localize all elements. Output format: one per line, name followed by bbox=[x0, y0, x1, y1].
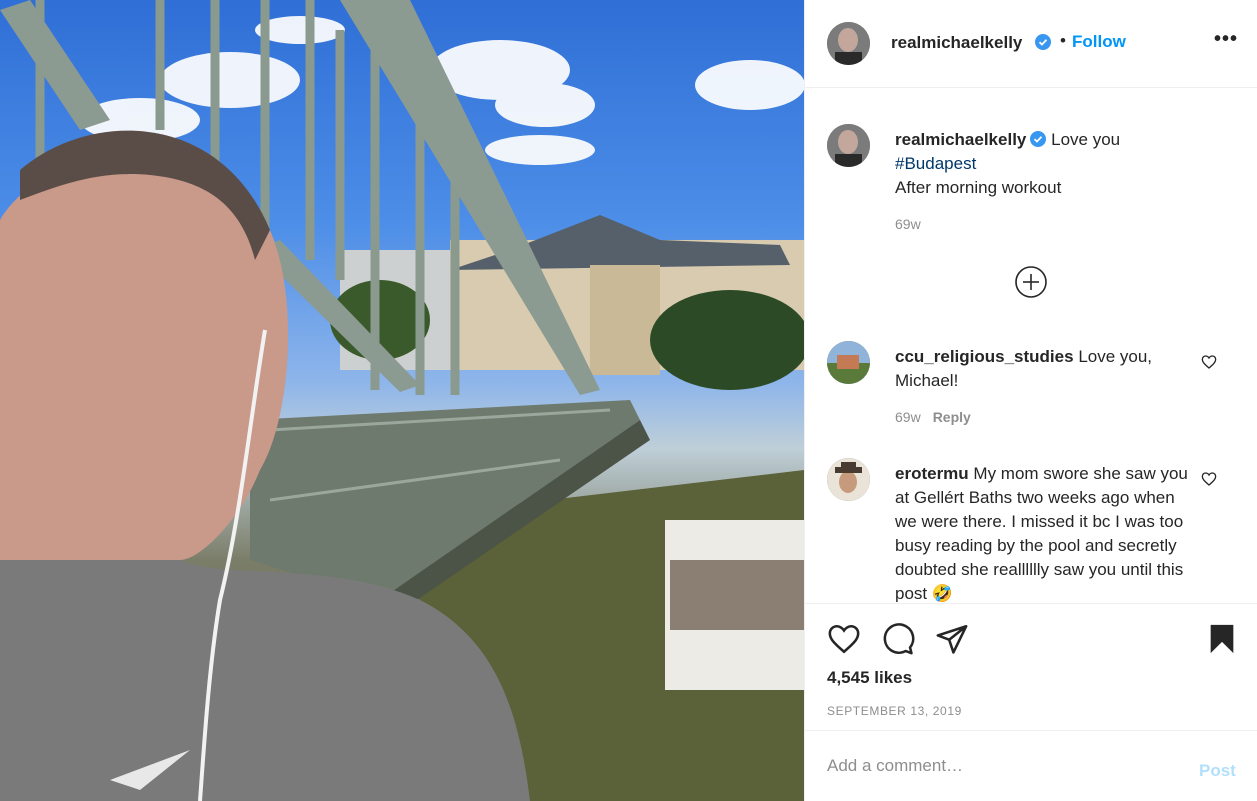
caption-hashtag[interactable]: #Budapest bbox=[895, 154, 976, 173]
caption-body: realmichaelkelly Love you #Budapest Afte… bbox=[895, 128, 1195, 200]
plus-circle-icon[interactable] bbox=[1014, 265, 1048, 299]
comment-like-heart-icon[interactable] bbox=[1201, 354, 1217, 370]
caption-avatar[interactable] bbox=[827, 124, 870, 167]
post-header: realmichaelkelly • Follow ••• bbox=[805, 0, 1257, 88]
like-heart-icon[interactable] bbox=[827, 622, 861, 656]
caption-text: Love you bbox=[1051, 130, 1121, 149]
comment-bubble-icon[interactable] bbox=[881, 622, 915, 656]
caption-age[interactable]: 69w bbox=[895, 216, 921, 232]
photo-illustration bbox=[0, 0, 804, 801]
more-options-button[interactable]: ••• bbox=[1214, 28, 1238, 51]
follow-button[interactable]: Follow bbox=[1072, 32, 1126, 52]
comments-section[interactable]: realmichaelkelly Love you #Budapest Afte… bbox=[805, 89, 1257, 602]
caption-line3: After morning workout bbox=[895, 178, 1062, 197]
save-bookmark-icon[interactable] bbox=[1205, 622, 1239, 656]
comment-reply-button[interactable]: Reply bbox=[933, 409, 971, 425]
author-avatar[interactable] bbox=[827, 22, 870, 65]
commenter-avatar[interactable] bbox=[827, 458, 870, 501]
post-actions: 4,545 likes SEPTEMBER 13, 2019 bbox=[805, 603, 1257, 729]
commenter-avatar-image bbox=[827, 341, 870, 384]
comment-username[interactable]: ccu_religious_studies bbox=[895, 347, 1074, 366]
add-comment-input[interactable] bbox=[827, 751, 1167, 781]
likes-count[interactable]: 4,545 likes bbox=[827, 668, 912, 688]
commenter-avatar-image bbox=[827, 458, 870, 501]
verified-badge-icon bbox=[1035, 34, 1051, 50]
post-date[interactable]: SEPTEMBER 13, 2019 bbox=[827, 704, 962, 718]
follow-separator: • bbox=[1060, 31, 1066, 50]
caption-verified-badge-icon bbox=[1030, 131, 1047, 147]
comment-like-heart-icon[interactable] bbox=[1201, 471, 1217, 487]
add-comment-bar: Post bbox=[805, 730, 1257, 801]
caption-username[interactable]: realmichaelkelly bbox=[895, 130, 1026, 149]
author-username[interactable]: realmichaelkelly bbox=[891, 33, 1022, 53]
comment-body: erotermu My mom swore she saw you at Gel… bbox=[895, 462, 1195, 602]
commenter-avatar[interactable] bbox=[827, 341, 870, 384]
comment-username[interactable]: erotermu bbox=[895, 464, 969, 483]
author-avatar-image bbox=[827, 22, 870, 65]
comment-meta: 69w Reply bbox=[895, 409, 971, 425]
post-panel: realmichaelkelly • Follow ••• realmichae… bbox=[804, 0, 1257, 801]
share-paper-plane-icon[interactable] bbox=[935, 622, 969, 656]
caption-avatar-image bbox=[827, 124, 870, 167]
post-comment-button[interactable]: Post bbox=[1199, 761, 1236, 781]
comment-age[interactable]: 69w bbox=[895, 409, 921, 425]
post-photo[interactable] bbox=[0, 0, 804, 801]
comment-body: ccu_religious_studies Love you, Michael! bbox=[895, 345, 1195, 393]
comment-text: My mom swore she saw you at Gellért Bath… bbox=[895, 464, 1188, 602]
